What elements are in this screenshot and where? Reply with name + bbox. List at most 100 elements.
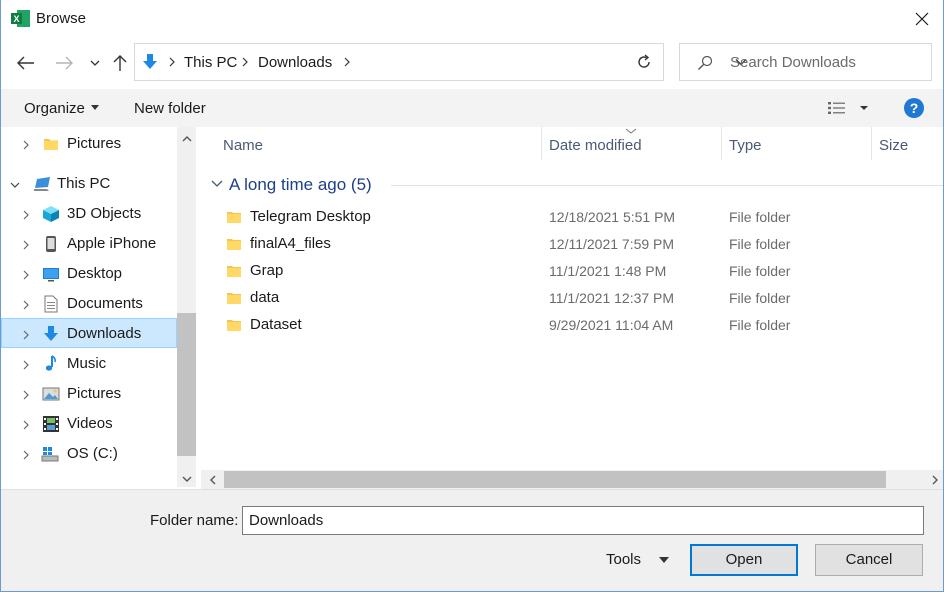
group-divider xyxy=(391,185,943,186)
column-divider[interactable] xyxy=(721,127,722,160)
breadcrumb-this-pc[interactable]: This PC xyxy=(184,54,237,71)
file-date: 12/11/2021 7:59 PM xyxy=(549,236,675,252)
column-divider[interactable] xyxy=(541,127,542,160)
column-header-name[interactable]: Name xyxy=(223,137,263,154)
chevron-right-icon xyxy=(23,390,29,400)
folder-icon xyxy=(227,293,241,304)
arrow-right-icon xyxy=(56,56,73,70)
nav-label: This PC xyxy=(57,175,111,192)
download-arrow-icon xyxy=(44,326,58,341)
chevron-right-icon xyxy=(23,140,29,150)
arrow-left-icon xyxy=(17,56,34,70)
nav-label: Videos xyxy=(67,415,113,432)
dialog-footer xyxy=(1,489,943,591)
scroll-up-button[interactable] xyxy=(177,129,196,148)
chevron-down-icon xyxy=(211,180,223,187)
folder-icon xyxy=(227,212,241,223)
chevron-right-icon xyxy=(23,420,29,430)
cancel-button[interactable]: Cancel xyxy=(815,544,923,576)
chevron-up-icon xyxy=(182,135,191,141)
nav-item-this-pc[interactable]: This PC xyxy=(1,169,177,199)
chevron-right-icon xyxy=(23,210,29,220)
open-button[interactable]: Open xyxy=(690,544,798,576)
chevron-right-icon xyxy=(23,240,29,250)
file-date: 11/1/2021 1:48 PM xyxy=(549,263,667,279)
file-row[interactable]: Dataset 9/29/2021 11:04 AM File folder xyxy=(211,312,931,339)
scroll-left-button[interactable] xyxy=(203,470,222,489)
nav-item-videos[interactable]: Videos xyxy=(1,409,177,439)
scroll-down-button[interactable] xyxy=(177,469,196,488)
dropdown-arrow-icon xyxy=(90,105,99,111)
download-arrow-icon xyxy=(143,54,157,69)
folder-icon xyxy=(44,139,58,150)
organize-label: Organize xyxy=(24,100,85,117)
refresh-button[interactable] xyxy=(624,43,664,81)
nav-item-desktop[interactable]: Desktop xyxy=(1,259,177,289)
search-icon xyxy=(698,55,713,70)
forward-button[interactable] xyxy=(51,48,77,78)
file-name: Dataset xyxy=(250,316,302,333)
nav-pane-scroll-thumb[interactable] xyxy=(177,313,196,456)
recent-locations-button[interactable] xyxy=(82,48,108,78)
music-note-icon xyxy=(45,355,56,371)
change-view-button[interactable] xyxy=(827,99,871,117)
film-icon xyxy=(43,416,59,432)
file-date: 12/18/2021 5:51 PM xyxy=(549,209,676,225)
file-date: 9/29/2021 11:04 AM xyxy=(549,317,674,333)
file-row[interactable]: data 11/1/2021 12:37 PM File folder xyxy=(211,285,931,312)
organize-menu[interactable]: Organize xyxy=(24,100,99,117)
help-button[interactable]: ? xyxy=(904,98,924,118)
nav-item-3d-objects[interactable]: 3D Objects xyxy=(1,199,177,229)
phone-icon xyxy=(46,236,56,252)
refresh-icon xyxy=(637,54,650,68)
folder-icon xyxy=(227,239,241,250)
nav-label: Apple iPhone xyxy=(67,235,157,252)
search-box[interactable] xyxy=(679,43,932,81)
breadcrumb-downloads[interactable]: Downloads xyxy=(258,54,332,71)
horizontal-scroll-thumb[interactable] xyxy=(224,471,886,488)
nav-item-documents[interactable]: Documents xyxy=(1,289,177,319)
close-icon xyxy=(915,12,929,26)
file-row[interactable]: Telegram Desktop 12/18/2021 5:51 PM File… xyxy=(211,204,931,231)
nav-label: OS (C:) xyxy=(67,445,118,462)
file-date: 11/1/2021 12:37 PM xyxy=(549,290,675,306)
column-divider[interactable] xyxy=(871,127,872,160)
sort-arrow-icon xyxy=(625,128,637,134)
chevron-right-icon xyxy=(23,270,29,280)
scroll-right-button[interactable] xyxy=(925,470,943,489)
new-folder-button[interactable]: New folder xyxy=(134,100,206,117)
file-row[interactable]: Grap 11/1/2021 1:48 PM File folder xyxy=(211,258,931,285)
back-button[interactable] xyxy=(13,48,39,78)
column-header-type[interactable]: Type xyxy=(729,137,762,154)
nav-item-apple-iphone[interactable]: Apple iPhone xyxy=(1,229,177,259)
dropdown-arrow-icon[interactable] xyxy=(659,557,669,563)
chevron-right-icon xyxy=(23,300,29,310)
tools-menu[interactable]: Tools xyxy=(606,551,641,568)
folder-name-input[interactable] xyxy=(242,506,924,535)
nav-item-downloads[interactable]: Downloads xyxy=(1,318,177,348)
close-button[interactable] xyxy=(899,0,943,38)
folder-name-label: Folder name: xyxy=(150,512,239,529)
nav-item-music[interactable]: Music xyxy=(1,349,177,379)
nav-item-pictures[interactable]: Pictures xyxy=(1,379,177,409)
folder-icon xyxy=(227,320,241,331)
column-header-date-modified[interactable]: Date modified xyxy=(549,137,642,154)
details-view-icon xyxy=(828,102,868,114)
folder-icon xyxy=(227,266,241,277)
address-bar[interactable]: This PC Downloads xyxy=(134,43,747,81)
nav-item-os-c[interactable]: OS (C:) xyxy=(1,439,177,469)
title-bar: X Browse xyxy=(1,0,943,38)
chevron-left-icon xyxy=(209,475,215,484)
search-input[interactable] xyxy=(730,44,925,80)
file-row[interactable]: finalA4_files 12/11/2021 7:59 PM File fo… xyxy=(211,231,931,258)
pictures-icon xyxy=(42,387,60,401)
nav-item-pictures-quick[interactable]: Pictures xyxy=(1,129,177,159)
chevron-right-icon xyxy=(23,330,29,340)
file-name: finalA4_files xyxy=(250,235,331,252)
file-name: Grap xyxy=(250,262,284,279)
excel-icon: X xyxy=(11,10,30,27)
window-title: Browse xyxy=(36,10,87,27)
group-title: A long time ago (5) xyxy=(229,175,372,194)
column-header-size[interactable]: Size xyxy=(879,137,908,154)
up-button[interactable] xyxy=(107,48,133,78)
